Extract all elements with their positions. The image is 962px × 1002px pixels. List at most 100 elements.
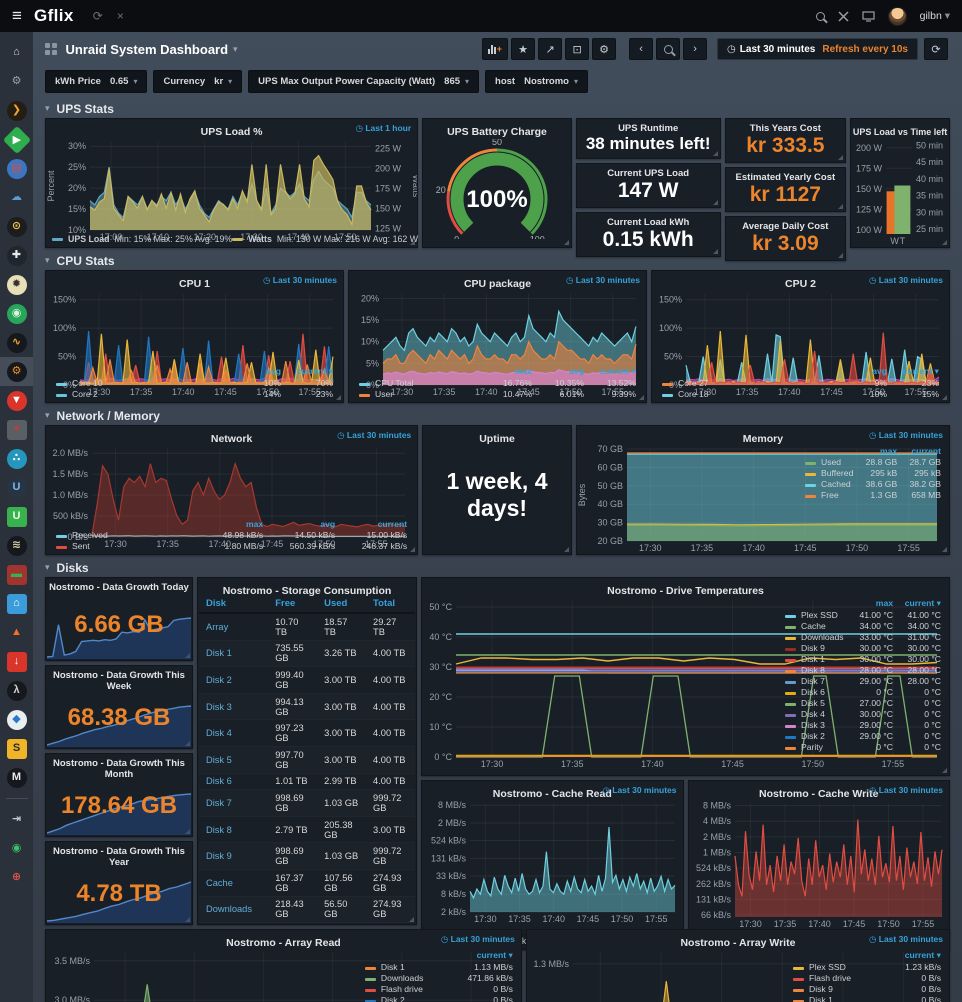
sidebar-app-chevron-icon[interactable]: ❯	[0, 96, 33, 125]
legend-series-name[interactable]: Disk 2	[781, 730, 849, 741]
sidebar-app-krusader-icon[interactable]: ✦	[0, 415, 33, 444]
time-forward-button[interactable]: ›	[683, 38, 707, 60]
time-back-button[interactable]: ‹	[629, 38, 653, 60]
sidebar-app-unifi-icon[interactable]: U	[0, 473, 33, 502]
cpu2-legend[interactable]: avgcurrent ▾Core 279%23%Core 1810%15%	[652, 364, 949, 402]
legend-series-name[interactable]: Flash drive	[789, 972, 885, 983]
panel-growth-year[interactable]: Nostromo - Data Growth This Year 4.78 TB	[45, 841, 193, 925]
sidebar-app-blue-dots-icon[interactable]: ∴	[0, 444, 33, 473]
add-panel-button[interactable]: +	[482, 38, 508, 60]
sidebar-sign-out-icon[interactable]: ⇥	[0, 805, 33, 834]
legend-series-name[interactable]: Disk 7	[781, 675, 849, 686]
legend-series-name[interactable]: Plex SSD	[781, 609, 849, 620]
legend-column-header[interactable]: avg	[536, 365, 588, 377]
panel-growth-today[interactable]: Nostromo - Data Growth Today 6.66 GB	[45, 577, 193, 661]
sidebar-app-round-yellow-icon[interactable]: ✹	[0, 270, 33, 299]
time-range-label[interactable]: Last 30 minutes	[263, 275, 337, 286]
ups-bar-chart[interactable]: 100 W125 W150 W175 W200 W25 min30 min35 …	[851, 136, 949, 247]
sidebar-app-shield-icon[interactable]: ▼	[0, 386, 33, 415]
legend-series-name[interactable]: Disk 3	[781, 719, 849, 730]
legend-series-name[interactable]: Parity	[781, 741, 849, 752]
panel-title[interactable]: Nostromo - Cache Read	[493, 788, 612, 800]
panel-title[interactable]: UPS Load vs Time left	[853, 127, 947, 137]
ups-load-legend[interactable]: UPS LoadMin: 15% Max: 25% Avg: 19%WattsM…	[46, 233, 417, 247]
legend-column-header[interactable]: max	[849, 597, 897, 609]
legend-series-name[interactable]: User	[355, 388, 484, 399]
panel-title[interactable]: UPS Load %	[201, 126, 263, 138]
legend-column-header[interactable]: current ▾	[285, 365, 337, 377]
menu-icon[interactable]: ≡	[0, 6, 34, 26]
panel-daily-cost[interactable]: Average Daily Costkr 3.09	[725, 216, 847, 261]
disk-link[interactable]: Disk 9	[199, 843, 268, 870]
array-read-chart[interactable]: 17:3017:3517:4017:4517:5017:552.5 MB/s3.…	[46, 947, 361, 1002]
legend-series-name[interactable]: Watts	[248, 234, 272, 244]
legend-series-name[interactable]: Downloads	[781, 631, 849, 642]
legend-column-header[interactable]: current ▾	[588, 365, 640, 377]
sync-icon[interactable]: ⟳	[93, 9, 103, 23]
settings-button[interactable]: ⚙	[592, 38, 616, 60]
legend-column-header[interactable]: current	[901, 445, 945, 456]
legend-series-name[interactable]: Disk 6	[781, 686, 849, 697]
variable-ups-capacity[interactable]: UPS Max Output Power Capacity (Watt)865▾	[248, 70, 479, 93]
disk-link[interactable]: Disk 1	[199, 640, 268, 667]
panel-title[interactable]: Nostromo - Cache Write	[759, 788, 878, 800]
sidebar-app-green-u-icon[interactable]: U	[0, 502, 33, 531]
dashboard-picker-icon[interactable]	[45, 43, 57, 55]
panel-years-cost[interactable]: This Years Costkr 333.5	[725, 118, 847, 163]
legend-column-header[interactable]: current	[339, 518, 411, 529]
array-read-legend[interactable]: current ▾Disk 11.13 MB/sDownloads471.86 …	[361, 947, 521, 1002]
memory-legend[interactable]: maxcurrentUsed28.8 GB28.7 GBBuffered295 …	[801, 443, 949, 554]
legend-series-name[interactable]: Disk 1	[781, 653, 849, 664]
avatar[interactable]	[888, 7, 907, 26]
legend-series-name[interactable]: Core 18	[658, 388, 839, 399]
time-range-label[interactable]: Last 30 minutes	[869, 430, 943, 441]
legend-column-header[interactable]: max	[857, 445, 901, 456]
temperatures-legend[interactable]: maxcurrent ▾Plex SSD41.00 °C41.00 °CCach…	[781, 595, 949, 775]
array-write-chart[interactable]: 17:3017:3517:4017:4517:5017:551.0 MB/s1.…	[527, 947, 789, 1002]
sidebar-help-icon[interactable]: ⊕	[0, 863, 33, 892]
disk-link[interactable]: Disk 6	[199, 773, 268, 790]
legend-series-name[interactable]: Disk 9	[789, 983, 885, 994]
legend-column-header[interactable]: current ▾	[451, 949, 517, 961]
battery-gauge[interactable]: 02050100100%	[423, 139, 571, 244]
sidebar-app-droplet-icon[interactable]: ◆	[0, 705, 33, 734]
disk-link[interactable]: Disk 7	[199, 790, 268, 817]
time-range-label[interactable]: Last 30 minutes	[337, 430, 411, 441]
memory-chart[interactable]: 17:3017:3517:4017:4517:5017:5520 GB30 GB…	[577, 443, 801, 554]
sidebar-app-lazylibrarian-icon[interactable]: λ	[0, 676, 33, 705]
panel-title[interactable]: Nostromo - Storage Consumption	[223, 585, 392, 597]
legend-column-header[interactable]: avg	[233, 365, 285, 377]
legend-series-name[interactable]: Buffered	[801, 467, 857, 478]
panel-current-ups-load[interactable]: Current UPS Load147 W	[576, 163, 721, 208]
sidebar-app-red-green-box-icon[interactable]: ▬	[0, 560, 33, 589]
sidebar-app-library-icon[interactable]: ▤	[0, 154, 33, 183]
panel-yearly-cost[interactable]: Estimated Yearly Costkr 1127	[725, 167, 847, 212]
disk-link[interactable]: Downloads	[199, 896, 268, 923]
cpu1-legend[interactable]: avgcurrent ▾Core 1010%70%Core 214%23%	[46, 364, 343, 402]
legend-series-name[interactable]: Sent	[52, 540, 195, 551]
legend-series-name[interactable]: Disk 5	[781, 697, 849, 708]
legend-series-name[interactable]: Disk 9	[781, 642, 849, 653]
panel-title[interactable]: Network	[211, 433, 252, 445]
legend-series-name[interactable]: Disk 8	[781, 664, 849, 675]
legend-series-name[interactable]: CPU Total	[355, 377, 484, 388]
disk-link[interactable]: Array	[199, 613, 268, 640]
legend-series-name[interactable]: Downloads	[361, 972, 451, 983]
sidebar-app-homeassistant-icon[interactable]: ⌂	[0, 589, 33, 618]
legend-series-name[interactable]: Disk 2	[361, 994, 451, 1002]
legend-series-name[interactable]: Core 10	[52, 377, 233, 388]
sidebar-app-sabnzbd-icon[interactable]: S	[0, 734, 33, 763]
time-range-label[interactable]: Last 30 minutes	[869, 934, 943, 945]
row-header-ups-stats[interactable]: ▾ UPS Stats	[33, 99, 962, 118]
cpu-package-chart[interactable]: 17:3017:3517:4017:4517:5017:550%5%10%15%…	[349, 288, 646, 364]
sidebar-app-grafana-icon[interactable]: ⚙	[0, 357, 33, 386]
sidebar-github-icon[interactable]: ◉	[0, 834, 33, 863]
legend-series-name[interactable]: Disk 1	[361, 961, 451, 972]
sidebar-app-search-icon[interactable]: ⊙	[0, 212, 33, 241]
zoom-out-button[interactable]	[656, 38, 680, 60]
dashboard-title[interactable]: Unraid System Dashboard	[66, 42, 229, 57]
time-range-label[interactable]: Last 30 minutes	[869, 275, 943, 286]
fullscreen-icon[interactable]	[838, 11, 849, 22]
star-button[interactable]: ★	[511, 38, 535, 60]
panel-title[interactable]: Nostromo - Array Read	[226, 937, 341, 949]
